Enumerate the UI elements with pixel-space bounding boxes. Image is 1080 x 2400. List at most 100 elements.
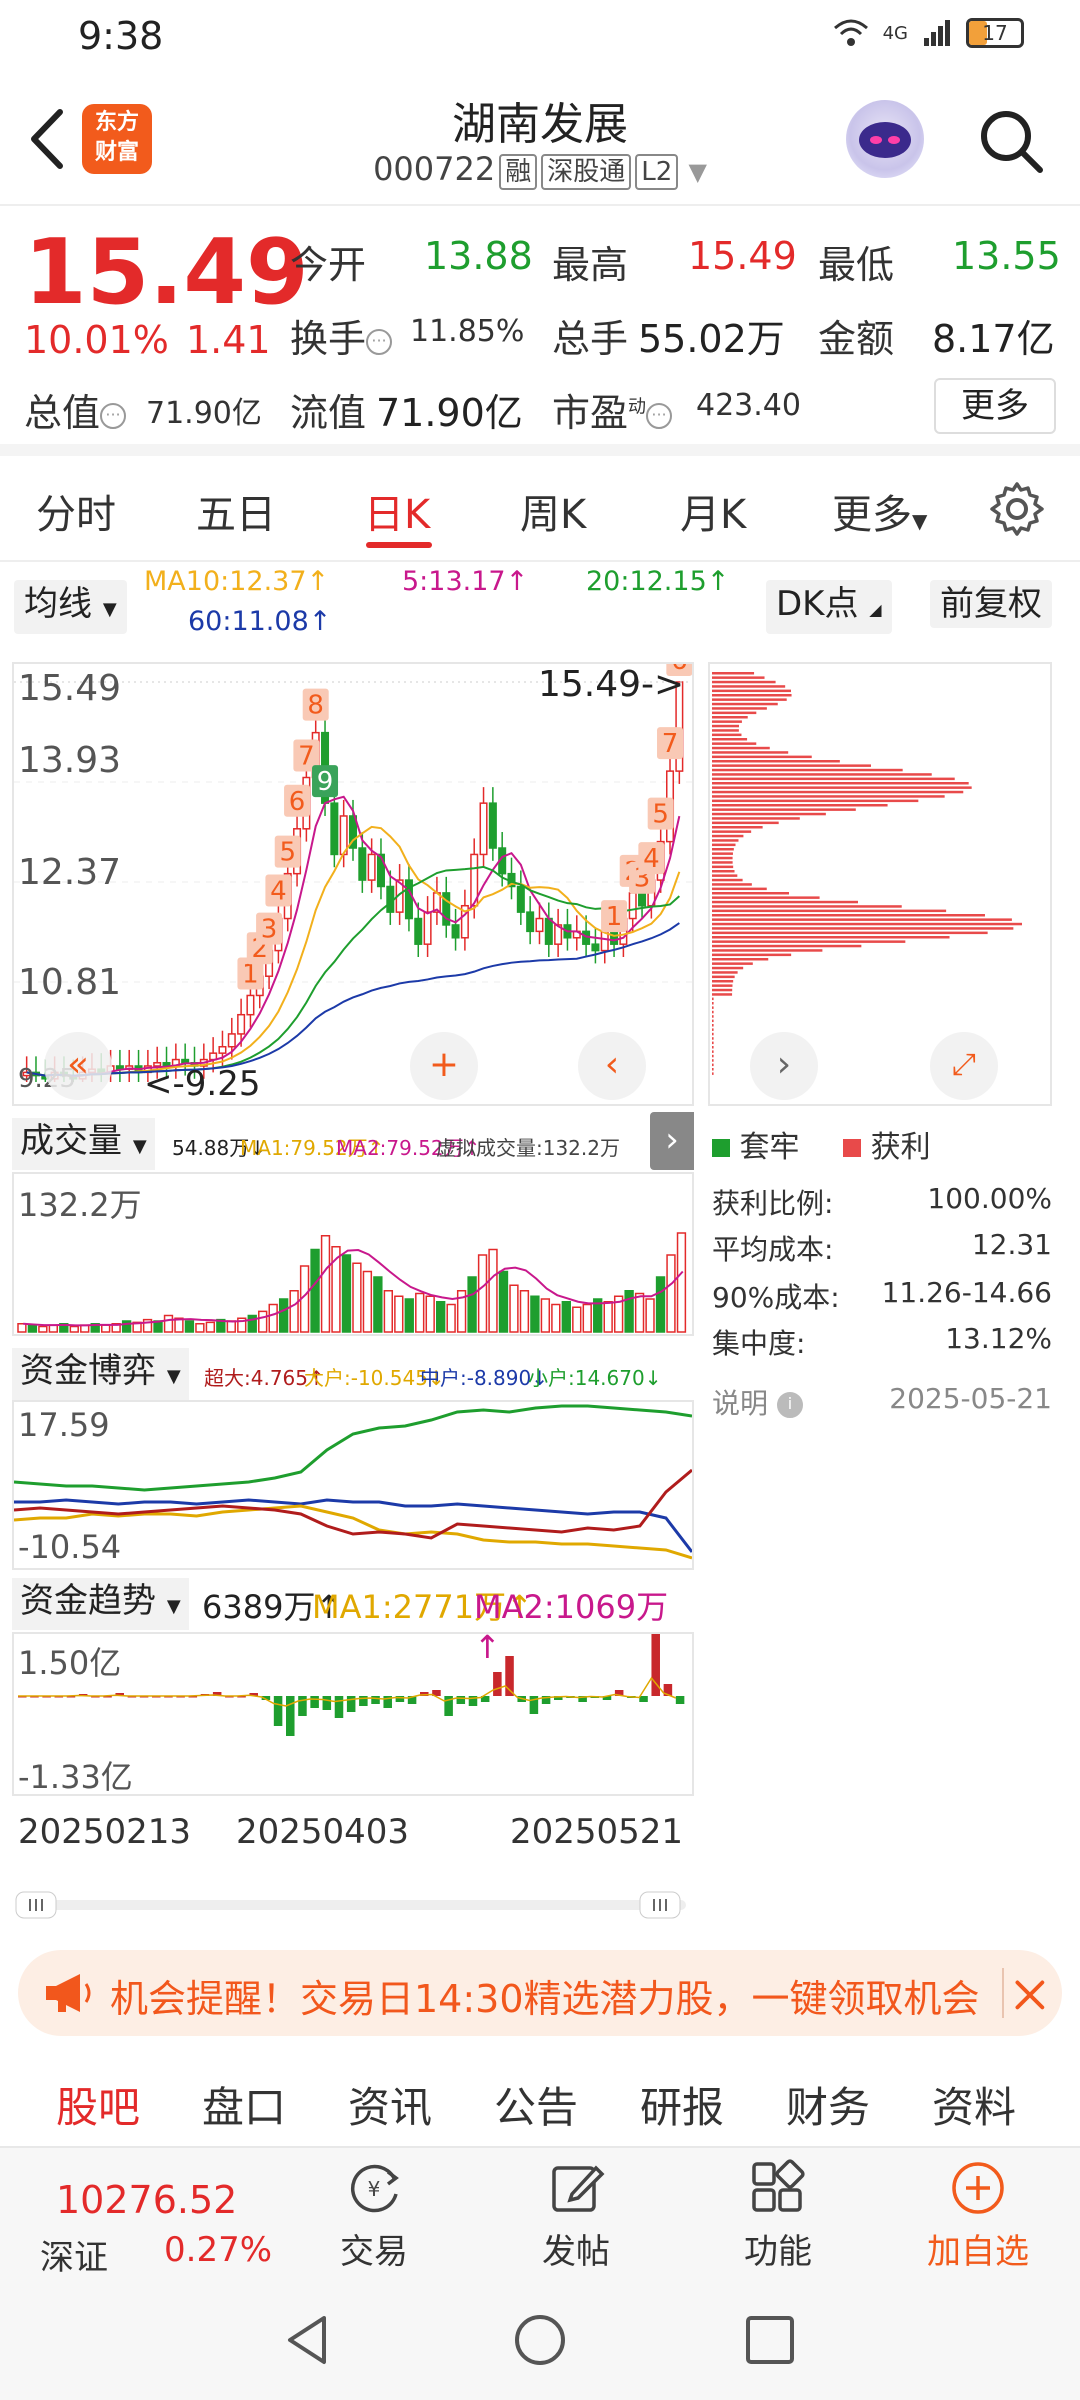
candlestick-chart[interactable]: 1234567891234567 15.49 13.93 12.37 10.81… xyxy=(12,662,694,1106)
signal-number: 4 xyxy=(643,844,660,874)
chip-bar xyxy=(712,940,906,943)
promo-banner[interactable]: 机会提醒！交易日14:30精选潜力股，一键领取机会 xyxy=(18,1950,1062,2036)
info-icon[interactable]: ··· xyxy=(100,402,127,429)
info-icon[interactable]: ··· xyxy=(366,328,393,355)
pe-value: 423.40 xyxy=(696,388,801,423)
period-tabs: 分时 五日 日K 周K 月K 更多▼ xyxy=(0,456,1080,562)
chip-bar xyxy=(712,707,767,710)
tab-finance[interactable]: 财务 xyxy=(786,2074,870,2135)
plus-circle-icon xyxy=(952,2162,1004,2214)
tab-more[interactable]: 更多▼ xyxy=(832,482,927,540)
post-button[interactable]: 发帖 xyxy=(516,2158,636,2273)
tab-news[interactable]: 资讯 xyxy=(348,2074,432,2135)
chip-bar xyxy=(712,777,955,781)
battery-icon: 17 xyxy=(966,18,1024,48)
last-price: 15.49 xyxy=(24,220,309,325)
tab-weekly-k[interactable]: 周K xyxy=(520,482,586,540)
mcap-value: 71.90亿 xyxy=(146,396,262,431)
volume-bar xyxy=(341,1254,352,1333)
tab-research[interactable]: 研报 xyxy=(640,2074,724,2135)
date-tick: 20250403 xyxy=(236,1812,410,1852)
tab-monthly-k[interactable]: 月K xyxy=(680,482,746,540)
concentration-row: 集中度: 13.12% xyxy=(712,1322,1052,1360)
chip-bar xyxy=(712,786,972,789)
ma-line xyxy=(26,865,681,1077)
function-button[interactable]: 功能 xyxy=(718,2158,838,2273)
nav-home-icon[interactable] xyxy=(512,2312,568,2368)
volume-bar xyxy=(195,1323,205,1333)
amount-value: 8.17亿 xyxy=(932,317,1055,361)
fund-trend-bar xyxy=(286,1696,295,1736)
float-label: 流值 xyxy=(290,391,367,435)
ma-selector[interactable]: 均线 ▼ xyxy=(14,580,127,634)
ma10-label: MA10:12.37↑ xyxy=(144,566,330,597)
ma-row: 均线 ▼ MA10:12.37↑ 5:13.17↑ 20:12.15↑ 60:1… xyxy=(0,566,1080,658)
add-watchlist-button[interactable]: 加自选 xyxy=(918,2158,1038,2273)
scroll-left-fast-icon[interactable]: « xyxy=(44,1032,112,1100)
zoom-in-icon[interactable]: + xyxy=(410,1032,478,1100)
chip-bar xyxy=(712,1006,714,1009)
trend-y-min: -1.33亿 xyxy=(18,1758,133,1796)
trade-button[interactable]: ¥ 交易 xyxy=(314,2158,434,2273)
virtual-volume: 虚拟成交量:132.2万 xyxy=(436,1136,620,1160)
volume-indicator-selector[interactable]: 成交量 ▼ xyxy=(12,1118,155,1170)
tab-forum[interactable]: 股吧 xyxy=(56,2074,140,2135)
candle-body xyxy=(479,802,488,856)
tab-profile[interactable]: 资料 xyxy=(932,2074,1016,2135)
low-price-marker: <-9.25 xyxy=(144,1064,261,1104)
tab-announcements[interactable]: 公告 xyxy=(494,2074,578,2135)
search-icon[interactable] xyxy=(976,106,1046,176)
banner-text: 机会提醒！交易日14:30精选潜力股，一键领取机会 xyxy=(110,1977,980,2021)
expand-icon[interactable]: ⤢ xyxy=(930,1032,998,1100)
chip-bar xyxy=(712,922,1022,926)
candle-body xyxy=(227,1033,236,1048)
fund-trend-bar xyxy=(273,1696,283,1726)
scroll-left-icon[interactable]: ‹ xyxy=(578,1032,646,1100)
chip-bar xyxy=(712,958,769,961)
candle-body xyxy=(638,892,647,907)
nav-back-icon[interactable] xyxy=(280,2312,336,2368)
volume-bar xyxy=(101,1324,111,1333)
chip-bar xyxy=(712,971,738,974)
chip-bar xyxy=(712,711,757,715)
tab-five-day[interactable]: 五日 xyxy=(196,482,276,540)
chip-bar xyxy=(712,1010,714,1014)
function-label: 功能 xyxy=(744,2232,812,2272)
adjust-button[interactable]: 前复权 xyxy=(930,580,1052,628)
fund-trend-selector[interactable]: 资金趋势 ▼ xyxy=(12,1578,189,1630)
chip-bar xyxy=(712,905,902,908)
nav-recents-icon[interactable] xyxy=(742,2312,798,2368)
tab-intraday[interactable]: 分时 xyxy=(36,482,116,540)
robot-assistant-icon[interactable] xyxy=(846,100,924,178)
gear-icon[interactable] xyxy=(988,480,1046,538)
fund-line xyxy=(14,1404,692,1492)
info-icon[interactable]: ··· xyxy=(646,402,673,429)
fund-game-selector[interactable]: 资金博弈 ▼ xyxy=(12,1348,189,1400)
volume-bar xyxy=(488,1248,498,1333)
tab-orderbook[interactable]: 盘口 xyxy=(202,2074,286,2135)
volume-bar xyxy=(498,1270,509,1333)
info-icon[interactable]: i xyxy=(776,1392,803,1418)
chip-bar xyxy=(712,720,742,723)
dk-point-selector[interactable]: DK点 ◢ xyxy=(766,580,892,634)
bottom-toolbar: 10276.52 深证 0.27% ¥ 交易 发帖 功能 加自选 xyxy=(0,2146,1080,2280)
chip-bar xyxy=(712,852,733,855)
chip-bar xyxy=(712,698,787,701)
range-scroller[interactable] xyxy=(12,1890,694,1920)
svg-text:¥: ¥ xyxy=(368,2177,381,2201)
signal-number: 7 xyxy=(298,742,315,772)
fund-trend-bar xyxy=(322,1696,332,1710)
chip-distribution[interactable]: › ⤢ xyxy=(708,662,1052,1106)
volume-bar xyxy=(362,1270,373,1333)
wifi-icon xyxy=(833,19,868,46)
dropdown-triangle-icon[interactable]: ▼ xyxy=(688,158,706,186)
chip-bar xyxy=(712,799,919,803)
scroll-right-icon[interactable]: › xyxy=(750,1032,818,1100)
expand-panel-icon[interactable]: › xyxy=(650,1112,694,1170)
note-row[interactable]: 说明 i 2025-05-21 xyxy=(712,1382,1052,1422)
tab-daily-k[interactable]: 日K xyxy=(364,482,430,540)
fund-game-chart: 17.59 -10.54 xyxy=(12,1400,694,1570)
more-button[interactable]: 更多 xyxy=(934,378,1056,434)
volume-bar xyxy=(278,1298,289,1333)
close-icon[interactable] xyxy=(1002,1968,1050,2018)
